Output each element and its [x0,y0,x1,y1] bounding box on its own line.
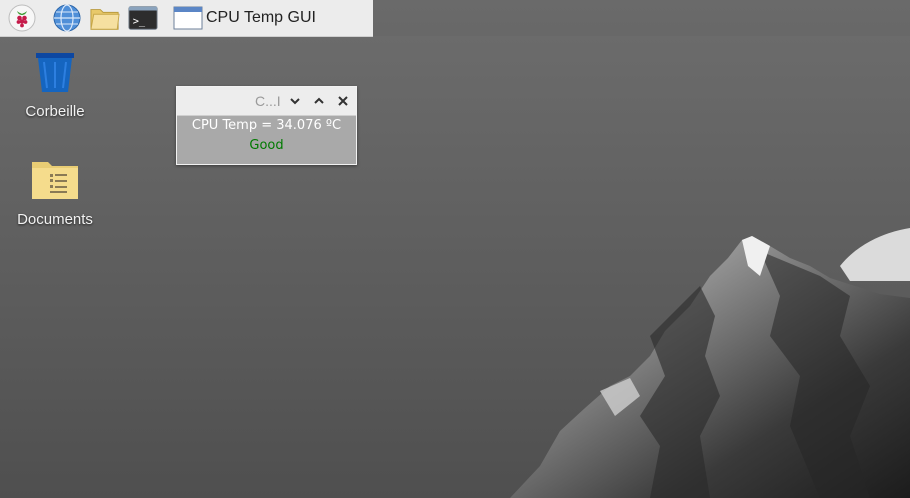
temp-status-label: Good [249,138,284,153]
terminal-icon[interactable]: >_ [128,3,158,33]
taskbar-item-label: CPU Temp GUI [206,9,316,26]
desktop-icon-label: Documents [17,211,93,228]
window-title: C...I [255,93,281,109]
desktop-icon-documents[interactable]: Documents [10,158,100,228]
maximize-button[interactable] [311,93,327,109]
close-icon [338,96,348,106]
trash-icon [36,53,74,92]
raspberry-menu-icon[interactable] [7,3,37,33]
file-manager-icon[interactable] [90,3,120,33]
web-browser-icon[interactable] [52,3,82,33]
close-button[interactable] [335,93,351,109]
desktop-icon-trash[interactable]: Corbeille [10,50,100,120]
taskbar-item-cpu-temp-gui[interactable]: CPU Temp GUI [172,2,320,34]
cpu-temp-window: C...I CPU Temp = 34.076 ºC Good [176,86,357,165]
minimize-button[interactable] [287,93,303,109]
chevron-down-icon [290,98,300,105]
folder-icon [32,162,78,199]
svg-text:>_: >_ [133,16,146,28]
window-icon [173,6,203,30]
desktop-wallpaper [0,36,910,498]
cpu-temp-value: CPU Temp = 34.076 ºC [191,118,342,133]
desktop-icon-label: Corbeille [25,103,85,120]
taskbar: >_ CPU Temp GUI [0,0,373,37]
window-titlebar[interactable]: C...I [177,87,356,116]
chevron-up-icon [314,97,324,104]
